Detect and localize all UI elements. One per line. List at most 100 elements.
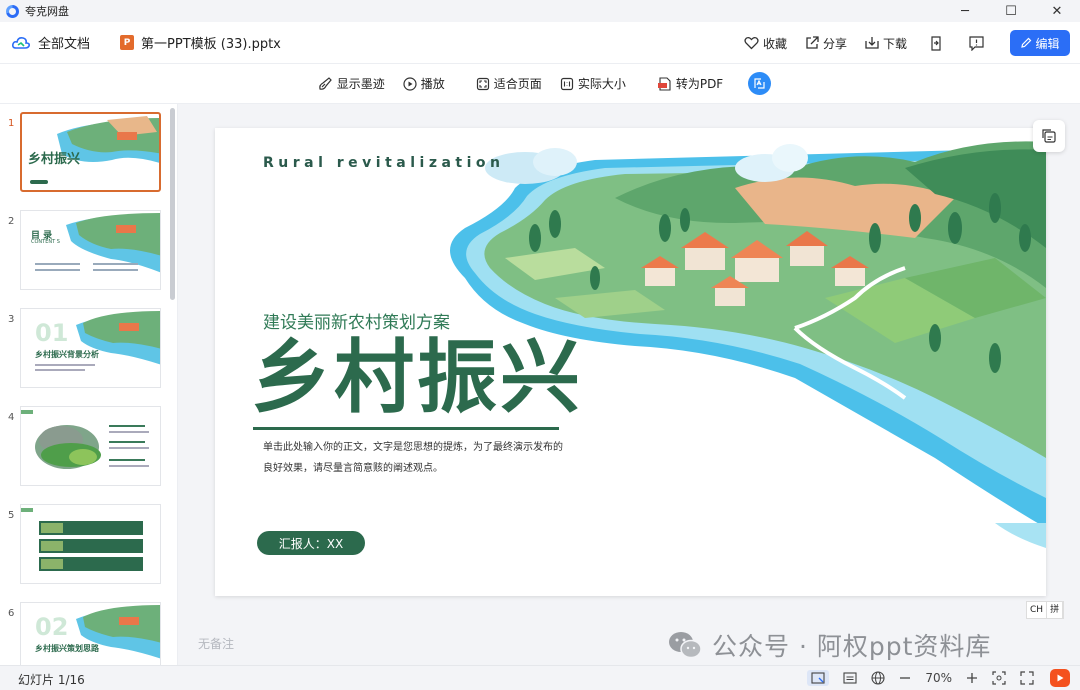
download-label: 下载 (882, 36, 907, 51)
thumbnail-item[interactable]: 4 (0, 406, 175, 488)
thumbnail-slide-5[interactable] (20, 504, 161, 584)
ime-pinyin: 拼 (1047, 602, 1064, 618)
slide-stage: Rural revitalization 建设美丽新农村策划方案 乡村振兴 单击… (178, 104, 1080, 665)
thumbnail-item[interactable]: 6 02 乡村振兴策划思路 (0, 602, 175, 665)
thumbnail-number: 6 (8, 608, 15, 619)
fit-page-icon (476, 77, 489, 90)
plus-icon (967, 673, 977, 683)
share-button[interactable]: 分享 (805, 35, 847, 52)
play-icon (1057, 674, 1064, 682)
slide-thumbnail-panel: 1 乡村振兴 2 目 录 CONTENT S 3 01 乡村振兴背景分析 4 5… (0, 104, 178, 665)
thumbnail-text-line (109, 447, 149, 449)
thumbnail-title: 乡村振兴 (28, 152, 81, 167)
thumbnail-text-line (109, 441, 145, 443)
edit-button[interactable]: 编辑 (1010, 30, 1070, 56)
show-ink-label: 显示墨迹 (336, 77, 385, 91)
thumbnail-header-mark (21, 508, 33, 512)
minimize-button[interactable]: ─ (942, 0, 988, 22)
thumbnail-number: 1 (8, 118, 15, 129)
actual-size-label: 实际大小 (577, 77, 626, 91)
document-tab[interactable]: P 第一PPT模板 (33).pptx (120, 33, 281, 52)
notes-view-button[interactable] (843, 672, 857, 684)
close-button[interactable]: ✕ (1034, 0, 1080, 22)
ime-indicator[interactable]: CH 拼 (1026, 601, 1065, 619)
notes-placeholder[interactable]: 无备注 (198, 635, 234, 652)
wechat-icon (669, 632, 702, 659)
watermark: 公众号 · 阿权ppt资料库 (668, 627, 991, 663)
thumbnail-text-line (35, 369, 85, 371)
play-button[interactable]: 播放 (403, 75, 445, 92)
download-button[interactable]: 下载 (865, 35, 907, 52)
copy-text-button[interactable] (1033, 120, 1065, 152)
share-icon (806, 36, 819, 49)
window-controls: ─ ☐ ✕ (942, 0, 1080, 22)
thumbnail-pill (30, 180, 48, 184)
thumbnail-scrollbar[interactable] (170, 108, 175, 300)
doc-actions: 收藏 分享 下载 编辑 (726, 22, 1070, 64)
copy-icon (1042, 129, 1056, 143)
ink-icon (318, 76, 332, 90)
reporter-badge: 汇报人：XX (257, 531, 365, 555)
thumbnail-title: 乡村振兴背景分析 (35, 350, 99, 359)
feedback-icon (969, 35, 984, 51)
thumbnail-slide-6[interactable]: 02 乡村振兴策划思路 (20, 602, 161, 665)
pencil-icon (1021, 37, 1032, 48)
thumbnail-text-line (109, 459, 145, 461)
web-view-button[interactable] (871, 671, 885, 685)
all-docs-label: 全部文档 (38, 37, 91, 52)
thumbnail-slide-2[interactable]: 目 录 CONTENT S (20, 210, 161, 290)
feedback-button[interactable] (969, 35, 988, 51)
globe-icon (871, 671, 885, 685)
zoom-in-button[interactable] (966, 672, 978, 684)
download-icon (865, 37, 879, 49)
thumbnail-item[interactable]: 1 乡村振兴 (0, 112, 175, 194)
play-label: 播放 (420, 77, 445, 91)
thumbnail-item[interactable]: 3 01 乡村振兴背景分析 (0, 308, 175, 390)
thumbnail-number-big: 01 (35, 319, 69, 347)
thumbnail-slide-3[interactable]: 01 乡村振兴背景分析 (20, 308, 161, 388)
share-label: 分享 (822, 36, 847, 51)
thumbnail-item[interactable]: 2 目 录 CONTENT S (0, 210, 175, 292)
thumbnail-number: 5 (8, 510, 15, 521)
thumbnail-number: 4 (8, 412, 15, 423)
export-button[interactable] (929, 35, 947, 51)
zoom-out-button[interactable] (899, 672, 911, 684)
collect-label: 收藏 (762, 36, 787, 51)
cloud-icon (12, 36, 30, 49)
thumbnail-number: 2 (8, 216, 15, 227)
zoom-level[interactable]: 70% (925, 671, 952, 685)
all-docs-button[interactable]: 全部文档 (12, 33, 90, 52)
thumbnail-text-line (93, 263, 138, 265)
ai-icon (754, 78, 765, 89)
fit-screen-button[interactable] (992, 671, 1006, 685)
fit-page-label: 适合页面 (493, 77, 542, 91)
thumbnail-text-line (109, 465, 149, 467)
pdf-icon (657, 76, 671, 91)
thumbnail-photo (41, 559, 63, 569)
collect-button[interactable]: 收藏 (744, 35, 787, 52)
fullscreen-button[interactable] (1020, 671, 1034, 685)
normal-view-icon (811, 672, 825, 684)
title-bar: 夸克网盘 ─ ☐ ✕ (0, 0, 1080, 22)
fit-screen-icon (992, 671, 1006, 685)
thumbnail-number-big: 02 (35, 613, 69, 641)
to-pdf-button[interactable]: 转为PDF (657, 75, 723, 92)
actual-size-button[interactable]: 实际大小 (560, 75, 626, 92)
ai-assist-button[interactable] (748, 72, 772, 95)
thumbnail-slide-1[interactable]: 乡村振兴 (20, 112, 161, 192)
app-logo-icon (6, 4, 19, 18)
maximize-button[interactable]: ☐ (988, 0, 1034, 22)
heart-icon (744, 36, 759, 50)
slideshow-play-button[interactable] (1050, 669, 1070, 687)
thumbnail-item[interactable]: 5 (0, 504, 175, 586)
ppt-file-icon: P (120, 35, 135, 50)
show-ink-button[interactable]: 显示墨迹 (318, 75, 385, 92)
slide-body-text: 单击此处输入你的正文，文字是您思想的提炼，为了最终演示发布的良好效果，请尽量言简… (263, 442, 563, 474)
edit-label: 编辑 (1035, 36, 1060, 51)
fit-page-button[interactable]: 适合页面 (476, 75, 542, 92)
slide-counter: 幻灯片 1/16 (18, 673, 85, 687)
slide-title-underline (253, 427, 559, 430)
thumbnail-photo (41, 541, 63, 551)
normal-view-button[interactable] (807, 670, 830, 686)
thumbnail-slide-4[interactable] (20, 406, 161, 486)
